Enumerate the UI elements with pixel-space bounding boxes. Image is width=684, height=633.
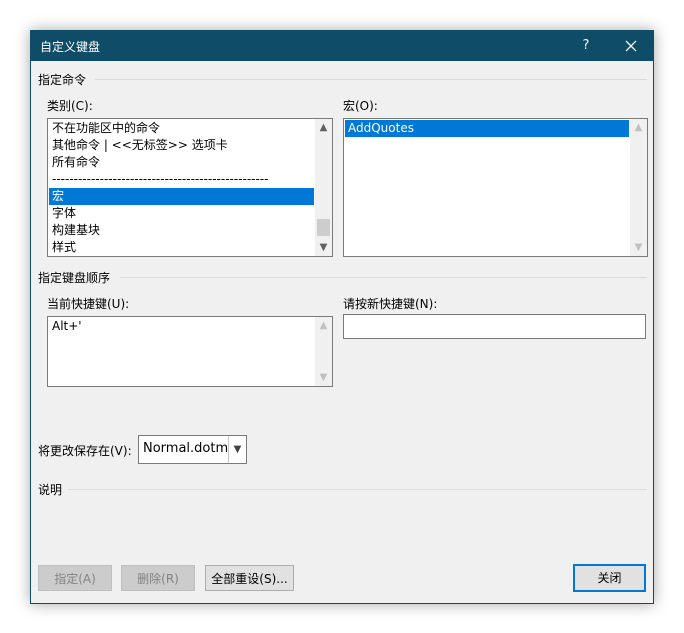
scroll-down-icon[interactable]: ▼	[315, 369, 332, 386]
category-list-item[interactable]: 不在功能区中的命令	[49, 120, 314, 137]
scroll-up-icon[interactable]: ▲	[315, 317, 332, 334]
section-divider	[120, 277, 647, 278]
new-key-label: 请按新快捷键(N):	[343, 297, 438, 311]
categories-items: 不在功能区中的命令 其他命令 | <<无标签>> 选项卡 所有命令 ---------…	[49, 120, 314, 256]
keyboard-sequence-section-label: 指定键盘顺序	[38, 271, 111, 285]
save-in-select[interactable]: Normal.dotm ▼	[138, 435, 247, 464]
categories-scrollbar[interactable]: ▲ ▼	[315, 119, 332, 256]
close-window-button[interactable]	[613, 31, 649, 61]
category-list-item[interactable]: ----------------------------------------…	[49, 171, 314, 188]
title-bar: 自定义键盘 ?	[31, 31, 653, 61]
scroll-thumb[interactable]	[317, 219, 330, 236]
new-shortcut-input[interactable]	[343, 314, 646, 339]
current-keys-scrollbar[interactable]: ▲ ▼	[315, 317, 332, 386]
category-list-item[interactable]: 其他命令 | <<无标签>> 选项卡	[49, 137, 314, 154]
macros-listbox[interactable]: AddQuotes ▲ ▼	[343, 118, 648, 257]
categories-label: 类别(C):	[47, 99, 93, 113]
current-keys-label: 当前快捷键(U):	[47, 297, 130, 311]
reset-all-button[interactable]: 全部重设(S)...	[205, 565, 294, 591]
current-keys-items: Alt+'	[49, 318, 314, 335]
scroll-down-icon[interactable]: ▼	[315, 239, 332, 256]
customize-keyboard-dialog: 自定义键盘 ? 指定命令 类别(C): 不在功能区中的命令 其他命令 | <<无标…	[30, 30, 654, 604]
section-divider	[68, 489, 647, 490]
dialog-title: 自定义键盘	[40, 40, 101, 54]
category-list-item[interactable]: 样式	[49, 239, 314, 256]
save-in-value: Normal.dotm	[143, 441, 229, 456]
assign-button[interactable]: 指定(A)	[38, 565, 112, 591]
close-button[interactable]: 关闭	[573, 564, 646, 592]
category-list-item[interactable]: 构建基块	[49, 222, 314, 239]
category-list-item[interactable]: 所有命令	[49, 154, 314, 171]
save-in-label: 将更改保存在(V):	[38, 444, 132, 458]
scroll-up-icon[interactable]: ▲	[315, 119, 332, 136]
section-divider	[95, 79, 647, 80]
macro-list-item[interactable]: AddQuotes	[345, 120, 629, 137]
scroll-down-icon[interactable]: ▼	[630, 239, 647, 256]
macros-label: 宏(O):	[343, 99, 378, 113]
current-keys-listbox[interactable]: Alt+' ▲ ▼	[47, 316, 333, 387]
chevron-down-icon[interactable]: ▼	[228, 436, 246, 463]
categories-listbox[interactable]: 不在功能区中的命令 其他命令 | <<无标签>> 选项卡 所有命令 ---------…	[47, 118, 333, 257]
macros-scrollbar[interactable]: ▲ ▼	[630, 119, 647, 256]
specify-command-section-label: 指定命令	[38, 73, 87, 87]
category-list-item[interactable]: 字体	[49, 205, 314, 222]
scroll-up-icon[interactable]: ▲	[630, 119, 647, 136]
help-button[interactable]: ?	[571, 31, 601, 61]
description-section-label: 说明	[38, 483, 63, 497]
close-icon	[625, 40, 637, 52]
macros-items: AddQuotes	[345, 120, 629, 137]
remove-button[interactable]: 删除(R)	[121, 565, 195, 591]
current-key-list-item[interactable]: Alt+'	[49, 318, 314, 335]
category-list-item[interactable]: 宏	[49, 188, 314, 205]
